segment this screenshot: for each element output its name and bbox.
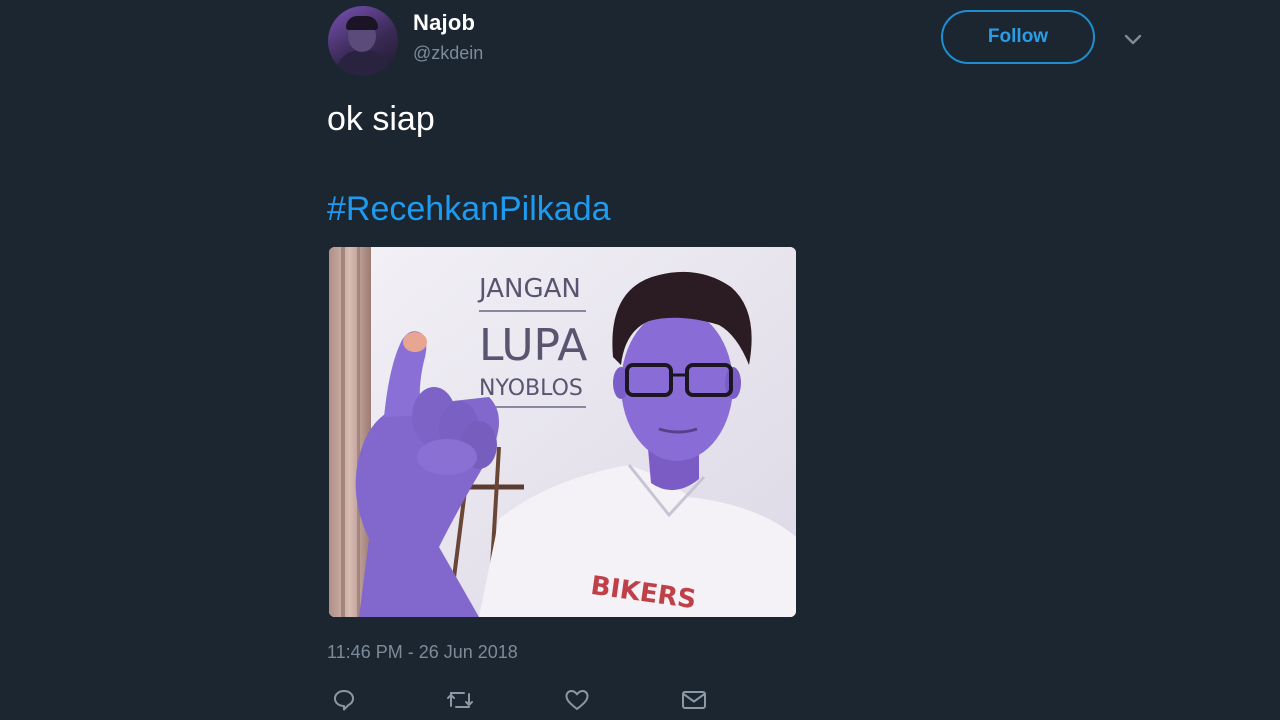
hashtag-link[interactable]: #RecehkanPilkada bbox=[327, 190, 611, 229]
author-handle[interactable]: @zkdein bbox=[413, 43, 483, 64]
tweet-timestamp[interactable]: 11:46 PM - 26 Jun 2018 bbox=[327, 642, 518, 663]
poster-line-nyoblos: NYOBLOS bbox=[479, 376, 583, 401]
inked-fingertip bbox=[403, 332, 427, 352]
retweet-button[interactable] bbox=[446, 686, 474, 714]
photo-curtain bbox=[329, 247, 371, 617]
reply-icon bbox=[334, 690, 354, 711]
avatar-hair-shape bbox=[346, 16, 378, 30]
poster-line-lupa: LUPA bbox=[479, 320, 587, 371]
follow-button[interactable]: Follow bbox=[941, 10, 1095, 64]
tweet-text: ok siap bbox=[327, 100, 435, 138]
chevron-down-icon bbox=[1124, 34, 1142, 45]
envelope-icon bbox=[682, 691, 706, 709]
avatar[interactable] bbox=[328, 6, 398, 76]
retweet-icon bbox=[447, 692, 473, 708]
tweet-card: Najob @zkdein Follow ok siap #RecehkanPi… bbox=[0, 0, 1280, 720]
tweet-actions bbox=[330, 686, 730, 716]
tweet-photo[interactable]: JANGAN LUPA NYOBLOS BIKERS bbox=[329, 247, 796, 617]
more-menu-button[interactable] bbox=[1120, 28, 1146, 52]
heart-icon bbox=[565, 690, 589, 710]
photo-face bbox=[621, 309, 733, 461]
reply-button[interactable] bbox=[330, 686, 358, 714]
poster-line-jangan: JANGAN bbox=[477, 274, 581, 304]
direct-message-button[interactable] bbox=[680, 686, 708, 714]
photo-illustration: JANGAN LUPA NYOBLOS BIKERS bbox=[329, 247, 796, 617]
like-button[interactable] bbox=[563, 686, 591, 714]
avatar-body-shape bbox=[336, 50, 390, 76]
author-name[interactable]: Najob bbox=[413, 10, 475, 36]
